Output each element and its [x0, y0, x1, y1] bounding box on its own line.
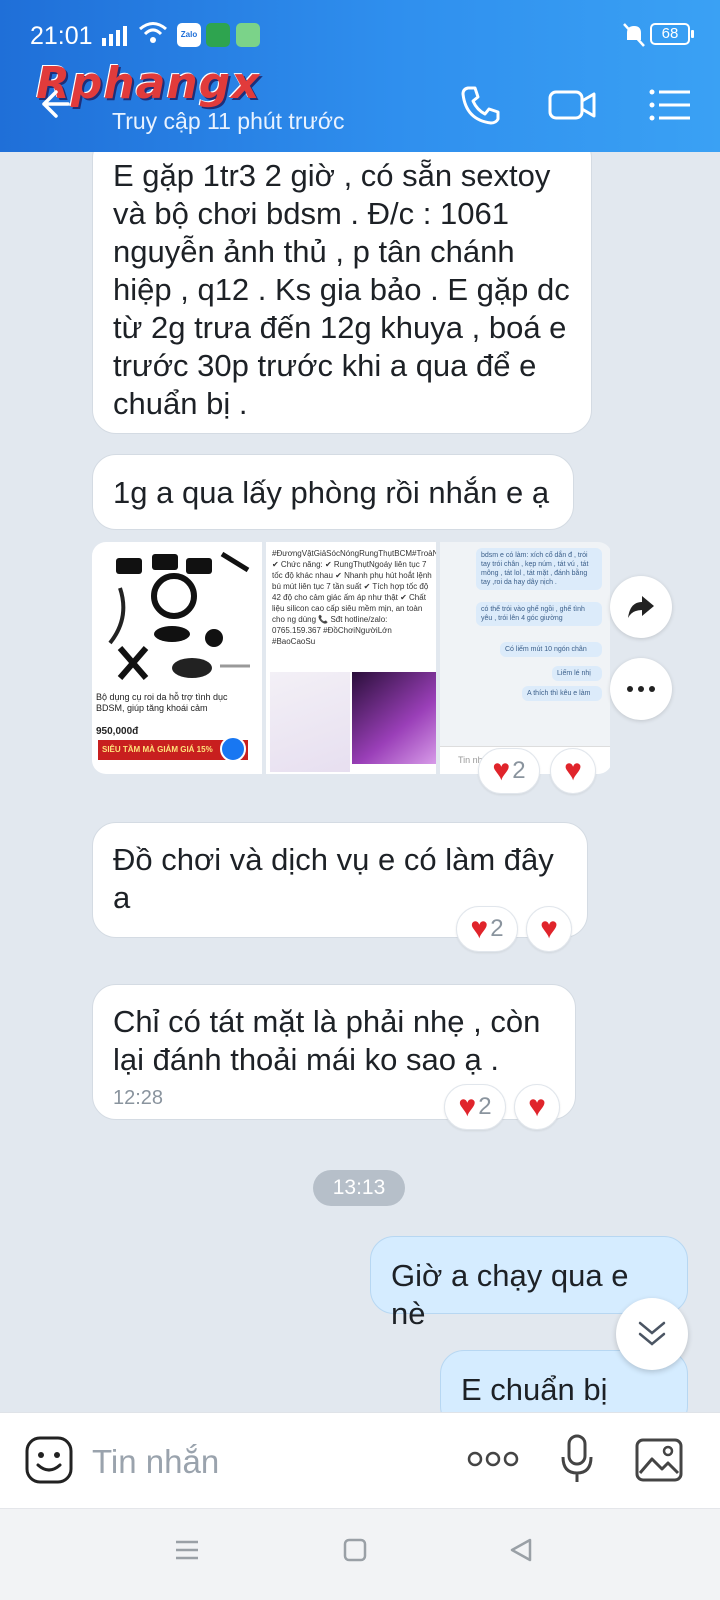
mute-icon [623, 23, 645, 47]
message-text: 1g a qua lấy phòng rồi nhắn e ạ [113, 475, 550, 510]
screenshot-message: A thích thì kêu e làm [522, 686, 602, 701]
reaction-count-badge[interactable]: ♥ 2 [456, 906, 518, 952]
time-divider: 13:13 [313, 1170, 405, 1206]
more-options-button[interactable] [610, 658, 672, 720]
message-bubble[interactable]: E gặp 1tr3 2 giờ , có sẵn sextoy và bộ c… [92, 152, 592, 434]
more-dots-icon [627, 686, 655, 692]
back-triangle-icon[interactable] [508, 1537, 534, 1563]
back-arrow-icon[interactable] [34, 84, 74, 124]
product-price: 950,000đ [96, 726, 139, 737]
image-thumbnail[interactable]: bdsm e có làm: xích cổ dắn đ , trói tay … [440, 542, 610, 774]
reaction-count: 2 [512, 757, 526, 784]
messenger-icon [220, 736, 246, 762]
heart-icon: ♥ [564, 754, 582, 787]
message-text: E chuẩn bị nhé [461, 1372, 608, 1412]
status-time: 21:01 [30, 22, 93, 50]
menu-icon[interactable] [646, 80, 696, 130]
message-input[interactable]: Tin nhắn [92, 1443, 219, 1481]
product-description: #ĐươngVậtGiảSócNóngRungThụtBCM#TroàNhi ✔… [272, 549, 436, 646]
react-heart-button[interactable]: ♥ [550, 748, 596, 794]
home-icon[interactable] [342, 1537, 368, 1563]
emoji-sticker-icon[interactable] [24, 1435, 74, 1485]
bdsm-kit-image [108, 551, 250, 680]
image-thumbnail[interactable]: Bộ dụng cụ roi da hỗ trợ tình dục BDSM, … [92, 542, 262, 774]
image-thumbnail[interactable]: #ĐươngVậtGiảSócNóngRungThụtBCM#TroàNhi ✔… [266, 542, 436, 774]
top-bar: 21:01 Zalo 68 Rphangx Truy cập 11 phút t… [0, 0, 720, 152]
microphone-icon[interactable] [560, 1433, 594, 1485]
chat-app-icon [236, 23, 260, 47]
video-call-icon[interactable] [548, 80, 598, 130]
react-heart-button[interactable]: ♥ [514, 1084, 560, 1130]
message-text: Đồ chơi và dịch vụ e có làm đây a [113, 842, 554, 915]
screenshot-message: Liếm lé nhị [552, 666, 602, 681]
maps-app-icon [206, 23, 230, 47]
heart-icon: ♥ [492, 754, 511, 787]
heart-icon: ♥ [540, 912, 558, 945]
chevron-double-down-icon [638, 1321, 666, 1346]
wifi-icon [139, 22, 167, 43]
recent-apps-icon[interactable] [174, 1537, 200, 1563]
screenshot-message: có thể trói vào ghế ngồi , ghế tình yêu … [476, 602, 602, 626]
message-composer: Tin nhắn [0, 1412, 720, 1508]
screenshot-message: Có liếm mút 10 ngón chân [500, 642, 602, 657]
heart-icon: ♥ [470, 912, 489, 945]
product-photo [270, 672, 350, 772]
message-list[interactable]: E gặp 1tr3 2 giờ , có sẵn sextoy và bộ c… [0, 152, 720, 1412]
status-bar: 21:01 Zalo 68 [0, 0, 720, 56]
scroll-to-bottom-button[interactable] [616, 1298, 688, 1370]
zalo-app-icon: Zalo [177, 23, 201, 47]
message-text: E gặp 1tr3 2 giờ , có sẵn sextoy và bộ c… [113, 158, 570, 421]
image-album[interactable]: Bộ dụng cụ roi da hỗ trợ tình dục BDSM, … [92, 542, 612, 774]
reaction-count-badge[interactable]: ♥ 2 [444, 1084, 506, 1130]
reaction-count: 2 [478, 1093, 492, 1120]
chat-header: Rphangx Truy cập 11 phút trước [0, 56, 720, 152]
heart-icon: ♥ [528, 1090, 546, 1123]
system-navigation-bar [0, 1508, 720, 1600]
message-bubble[interactable]: 1g a qua lấy phòng rồi nhắn e ạ [92, 454, 574, 530]
react-heart-button[interactable]: ♥ [526, 906, 572, 952]
more-dots-icon[interactable] [466, 1449, 520, 1469]
last-seen-status: Truy cập 11 phút trước [112, 108, 345, 134]
heart-icon: ♥ [458, 1090, 477, 1123]
product-caption: Bộ dụng cụ roi da hỗ trợ tình dục BDSM, … [96, 692, 228, 713]
screenshot-message: bdsm e có làm: xích cổ dắn đ , trói tay … [476, 548, 602, 590]
battery-indicator: 68 [650, 23, 694, 45]
share-arrow-icon [628, 596, 654, 618]
product-photo [352, 672, 436, 764]
message-text: Giờ a chạy qua e nè [391, 1258, 629, 1331]
share-button[interactable] [610, 576, 672, 638]
reaction-count-badge[interactable]: ♥ 2 [478, 748, 540, 794]
message-text: Chỉ có tát mặt là phải nhẹ , còn lại đán… [113, 1004, 541, 1077]
signal-icon [102, 26, 127, 46]
phone-icon[interactable] [456, 80, 506, 130]
image-gallery-icon[interactable] [634, 1435, 684, 1485]
reaction-count: 2 [490, 915, 504, 942]
